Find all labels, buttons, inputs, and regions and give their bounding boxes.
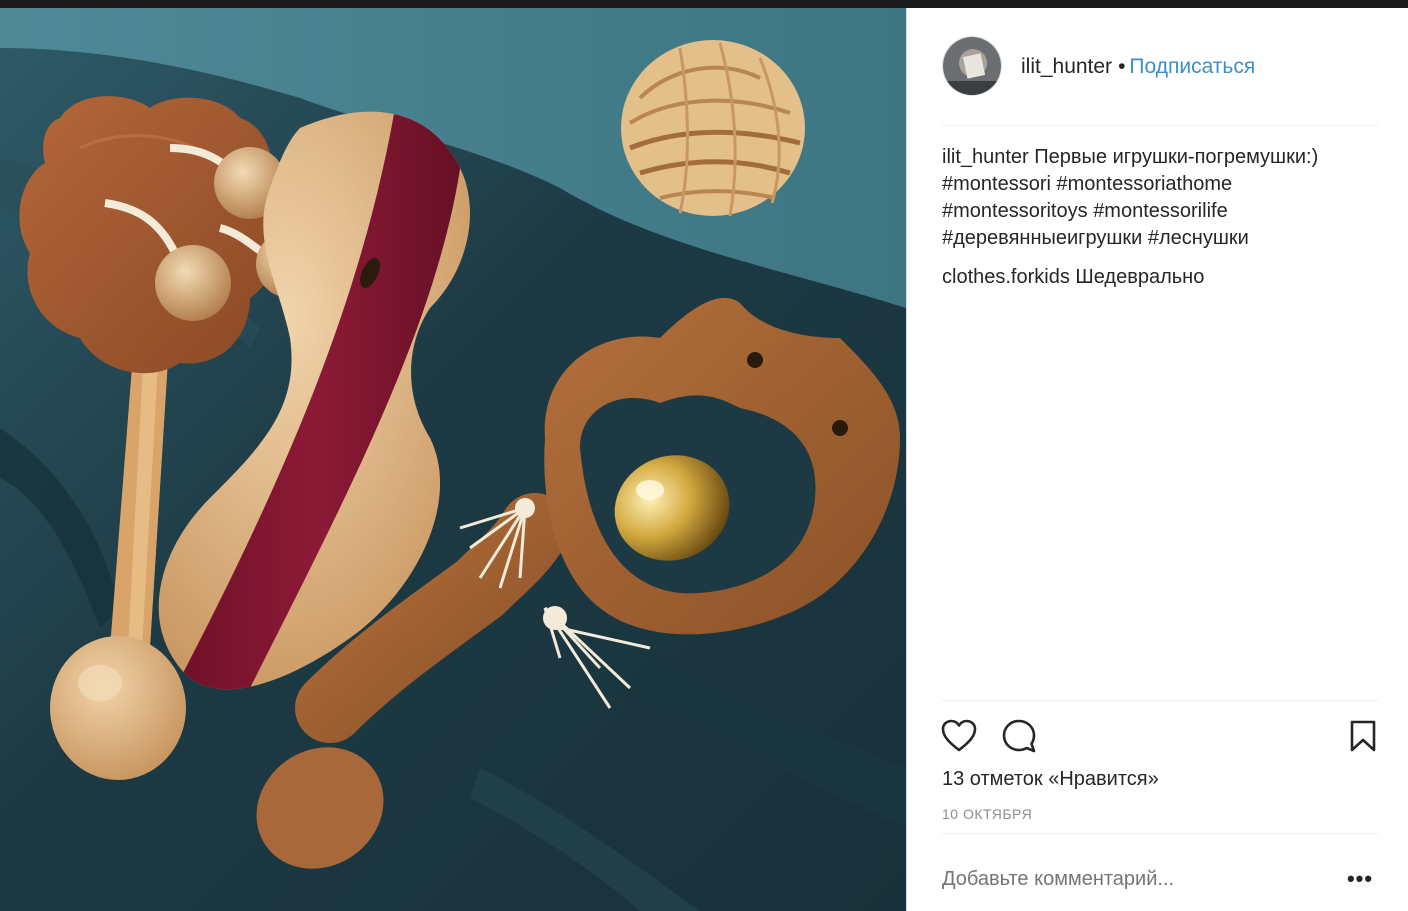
separator-dot: • <box>1118 55 1126 78</box>
follow-button[interactable]: Подписаться <box>1129 55 1255 78</box>
comment-item: clothes.forkids Шедеврально <box>942 264 1382 291</box>
hashtag-link[interactable]: #montessoritoys <box>942 200 1088 222</box>
comment-icon[interactable] <box>997 714 1041 758</box>
actions-separator <box>942 700 1378 701</box>
add-comment-input[interactable] <box>942 866 1332 892</box>
bookmark-icon[interactable] <box>1341 714 1385 758</box>
hashtag-link[interactable]: #montessoriathome <box>1057 173 1233 195</box>
browser-top-strip <box>0 0 1408 8</box>
post-caption: ilit_hunter Первые игрушки-погремушки:) … <box>942 144 1382 252</box>
hashtag-link[interactable]: #montessori <box>942 173 1051 195</box>
caption-username[interactable]: ilit_hunter <box>942 146 1029 168</box>
comment-input-separator <box>942 833 1378 834</box>
likes-count[interactable]: 13 отметок «Нравится» <box>942 766 1159 792</box>
hashtag-link[interactable]: #деревянныеигрушки <box>942 227 1142 249</box>
avatar[interactable] <box>942 36 1002 96</box>
header-username[interactable]: ilit_hunter <box>1021 55 1112 78</box>
header-line: ilit_hunter • Подписаться <box>1021 54 1255 80</box>
caption-text: Первые игрушки-погремушки:) <box>1034 146 1319 168</box>
avatar-image <box>943 37 1001 95</box>
header-separator <box>942 125 1378 126</box>
post-header: ilit_hunter • Подписаться <box>907 8 1408 125</box>
wooden-toys-photo <box>0 8 906 911</box>
comment-text: Шедеврально <box>1075 266 1205 288</box>
wooden-ball <box>621 40 805 217</box>
heart-icon[interactable] <box>937 714 981 758</box>
post-date: 10 ОКТЯБРЯ <box>942 806 1033 822</box>
hashtag-link[interactable]: #леснушки <box>1148 227 1249 249</box>
more-horizontal-icon[interactable]: ••• <box>1342 866 1378 892</box>
action-bar <box>937 714 1383 758</box>
post-side-panel: ilit_hunter • Подписаться ilit_hunter Перв… <box>907 8 1408 911</box>
post-photo[interactable] <box>0 8 906 911</box>
hashtag-link[interactable]: #montessorilife <box>1093 200 1228 222</box>
comment-username[interactable]: clothes.forkids <box>942 266 1070 288</box>
